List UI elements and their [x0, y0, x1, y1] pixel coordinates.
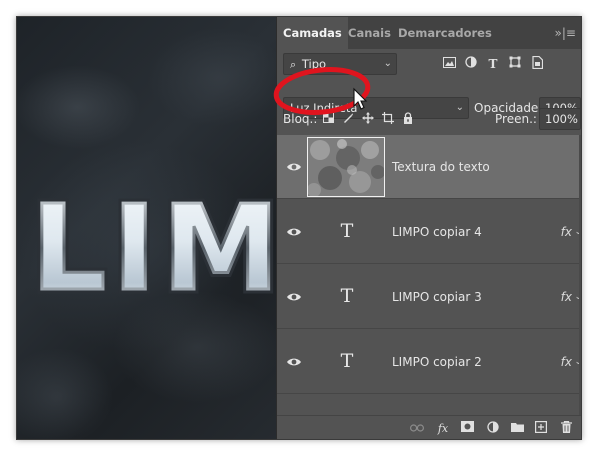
shape-filter-icon[interactable]	[507, 56, 523, 72]
layer-mask-icon[interactable]	[459, 421, 475, 437]
canvas-chrome-text-highlight: LIM	[31, 179, 276, 317]
trash-icon[interactable]	[558, 421, 574, 437]
layer-list: Textura do texto T LIMPO copiar 4 fx ⌄ T…	[277, 135, 581, 413]
layer-row-limpo-copiar-3[interactable]: T LIMPO copiar 3 fx ⌄	[277, 265, 581, 329]
visibility-eye-icon[interactable]	[286, 224, 302, 240]
chevron-down-icon: ⌄	[383, 58, 392, 69]
screenshot-frame: LIM LIM Camadas Canais Demarcadores »|≡ …	[16, 16, 582, 440]
layer-list-scrollbar[interactable]	[579, 135, 581, 415]
tab-camadas[interactable]: Camadas	[277, 17, 348, 49]
fill-label: Preen.:	[495, 112, 537, 126]
visibility-eye-icon[interactable]	[286, 354, 302, 370]
layer-filter-row: ⌕ Tipo ⌄ T	[277, 53, 581, 75]
type-layer-icon: T	[340, 350, 354, 372]
lock-row: Bloq.: Preen.: 100%	[277, 108, 581, 130]
layers-bottom-toolbar: fx	[277, 415, 581, 439]
lock-label: Bloq.:	[283, 112, 318, 126]
filter-kind-label: Tipo	[301, 57, 327, 71]
adjustment-layer-icon[interactable]	[485, 421, 501, 437]
fx-badge[interactable]: fx	[561, 330, 572, 394]
document-canvas[interactable]: LIM LIM	[17, 17, 277, 439]
layer-name: Textura do texto	[392, 160, 490, 174]
fx-badge[interactable]: fx	[561, 200, 572, 264]
layer-row-textura[interactable]: Textura do texto	[277, 135, 581, 199]
layer-name: LIMPO copiar 3	[392, 290, 482, 304]
layer-thumbnail	[307, 137, 385, 197]
lock-pixels-icon[interactable]	[341, 112, 355, 126]
image-filter-icon[interactable]	[441, 56, 457, 72]
filter-kind-select[interactable]: ⌕ Tipo ⌄	[283, 53, 397, 75]
tab-demarcadores[interactable]: Demarcadores	[398, 17, 492, 49]
layer-row-limpo-copiar-4[interactable]: T LIMPO copiar 4 fx ⌄	[277, 200, 581, 264]
layer-style-fx-icon[interactable]: fx	[435, 421, 451, 437]
lock-artboard-icon[interactable]	[381, 112, 395, 126]
search-icon: ⌕	[290, 58, 297, 71]
type-layer-icon: T	[340, 220, 354, 242]
panel-menu-icon[interactable]: »|≡	[555, 17, 576, 49]
visibility-eye-icon[interactable]	[286, 289, 302, 305]
layer-row-limpo-copiar-2[interactable]: T LIMPO copiar 2 fx ⌄	[277, 330, 581, 394]
group-folder-icon[interactable]	[509, 421, 525, 437]
smart-object-filter-icon[interactable]	[529, 55, 545, 72]
link-layers-icon[interactable]	[409, 421, 425, 437]
lock-position-icon[interactable]	[361, 112, 375, 126]
tab-canais[interactable]: Canais	[348, 17, 391, 49]
type-layer-icon: T	[340, 285, 354, 307]
panel-tab-bar: Camadas Canais Demarcadores »|≡	[277, 17, 581, 49]
fill-input[interactable]: 100%	[539, 108, 581, 130]
type-filter-icon[interactable]: T	[485, 56, 501, 72]
canvas-artwork: LIM LIM	[27, 175, 277, 322]
visibility-eye-icon[interactable]	[286, 159, 302, 175]
adjustment-filter-icon[interactable]	[463, 56, 479, 72]
lock-transparency-icon[interactable]	[321, 112, 335, 126]
layer-name: LIMPO copiar 2	[392, 355, 482, 369]
lock-all-icon[interactable]	[401, 112, 415, 126]
fx-badge[interactable]: fx	[561, 265, 572, 329]
new-layer-icon[interactable]	[533, 421, 549, 437]
layers-panel: Camadas Canais Demarcadores »|≡ ⌕ Tipo ⌄…	[276, 17, 581, 439]
layer-name: LIMPO copiar 4	[392, 225, 482, 239]
